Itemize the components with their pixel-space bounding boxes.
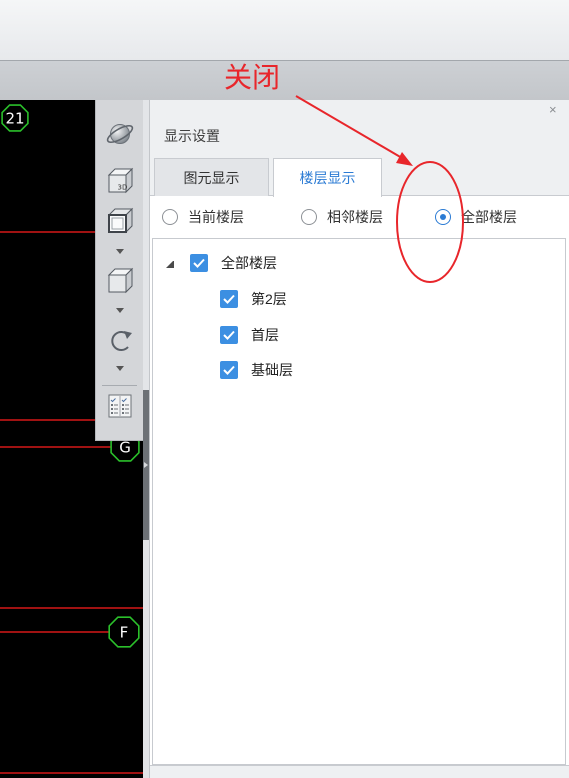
cube-3d-text: 3D [117,184,127,192]
panel-footer [150,765,569,778]
tree-item-foundation[interactable]: 基础层 [153,352,293,388]
cube-icon [107,267,133,294]
axis-label: G [119,439,131,457]
checkbox[interactable] [220,361,238,379]
radio-button[interactable] [301,209,317,225]
radio-label: 相邻楼层 [327,209,383,225]
chevron-down-icon [115,307,124,313]
tree-item-label: 基础层 [251,362,293,378]
axis-label: 21 [5,110,24,128]
top-toolbar-area [0,0,569,60]
cube-front-icon [107,207,133,234]
checklist-icon [108,394,131,418]
radio-button[interactable] [435,209,451,225]
expand-triangle-icon[interactable] [166,260,174,268]
axis-bubble-21: 21 [1,104,29,132]
radio-adjacent-floors[interactable]: 相邻楼层 [301,204,383,230]
tree-item-label: 全部楼层 [221,255,277,271]
rotate-button[interactable] [96,322,143,358]
rotate-dropdown[interactable] [96,361,143,375]
view-toolbar: 3D [95,100,143,441]
radio-label: 当前楼层 [188,209,244,225]
cube-view-button[interactable] [96,263,143,299]
chevron-down-icon [115,248,124,254]
display-settings-panel: × 显示设置 图元显示 楼层显示 当前楼层 相邻楼层 全部楼层 全部楼层 第2层… [149,100,569,778]
radio-current-floor[interactable]: 当前楼层 [162,204,244,230]
rotate-icon [110,331,132,351]
toolbar-separator [102,385,137,386]
floor-tree: 全部楼层 第2层 首层 基础层 [152,238,566,765]
checkbox[interactable] [190,254,208,272]
tree-item-floor-2[interactable]: 第2层 [153,281,287,317]
tab-floor-display[interactable]: 楼层显示 [273,158,382,197]
app-window: 21 G F 3D × 显示设置 图元显示 楼层显示 当前楼层 相邻楼层 全部楼… [0,0,569,778]
front-view-button[interactable] [96,203,143,239]
cube-3d-icon: 3D [107,167,133,194]
tab-element-display[interactable]: 图元显示 [154,158,269,196]
annotation-label: 关闭 [224,62,281,93]
checkbox[interactable] [220,290,238,308]
checkbox[interactable] [220,326,238,344]
tree-item-label: 第2层 [251,291,287,307]
orbit-view-button[interactable] [96,116,143,152]
radio-label: 全部楼层 [461,209,517,225]
cube-view-dropdown[interactable] [96,303,143,317]
check-icon [223,294,235,304]
radio-all-floors[interactable]: 全部楼层 [435,204,517,230]
tree-item-label: 首层 [251,327,279,343]
check-icon [223,330,235,340]
tree-item-all-floors[interactable]: 全部楼层 [153,245,277,281]
orbit-icon [106,124,133,144]
panel-title: 显示设置 [164,128,220,144]
close-button[interactable]: × [549,103,557,117]
axis-label: F [120,624,129,642]
chevron-down-icon [115,365,124,371]
check-icon [193,258,205,268]
axis-bubble-f: F [108,616,140,648]
tree-item-first-floor[interactable]: 首层 [153,317,279,353]
collapse-arrow-icon[interactable] [144,462,148,468]
check-icon [223,365,235,375]
ribbon-bar [0,60,569,100]
display-settings-button[interactable] [96,388,143,424]
view-3d-button[interactable]: 3D [96,163,143,199]
front-view-dropdown[interactable] [96,244,143,258]
radio-button[interactable] [162,209,178,225]
